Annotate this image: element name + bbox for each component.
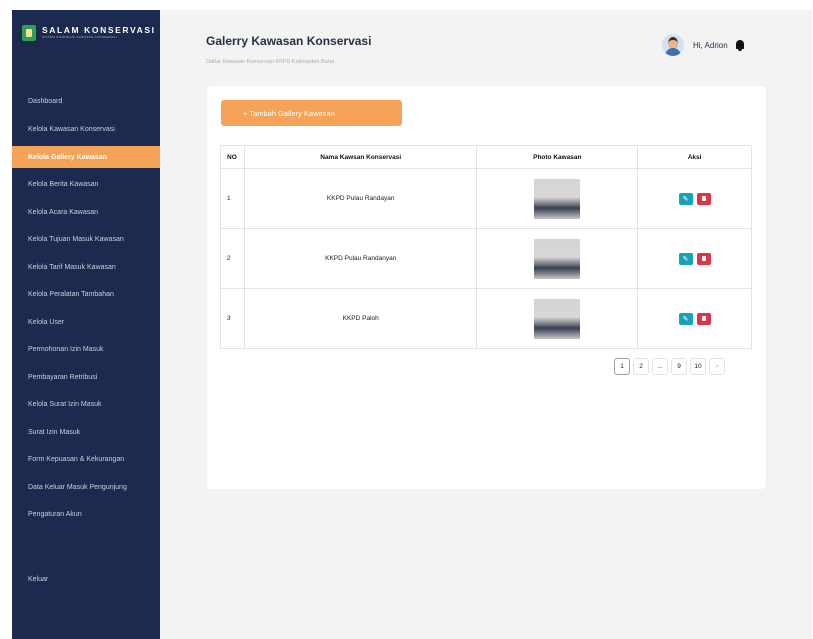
sidebar-item-kelola-peralatan[interactable]: Kelola Peralatan Tambahan	[12, 281, 160, 309]
chevron-right-icon[interactable]: >	[709, 358, 725, 375]
sidebar-item-kelola-berita[interactable]: Kelola Berita Kawasan	[12, 171, 160, 199]
row-photo-cell	[476, 288, 639, 349]
action-group: ✎	[638, 312, 751, 325]
sidebar-item-kelola-acara[interactable]: Kelola Acara Kawasan	[12, 199, 160, 227]
column-header-photo: Photo Kawasan	[476, 145, 639, 169]
add-gallery-button[interactable]: + Tambah Gallery Kawasan	[221, 100, 402, 126]
row-actions: ✎	[637, 228, 752, 289]
row-number: 1	[220, 168, 245, 229]
sidebar-item-data-pengunjung[interactable]: Data Keluar Masuk Pengunjung	[12, 474, 160, 502]
column-header-name: Nama Kawsan Konservasi	[243, 145, 478, 169]
gallery-table: NO Nama Kawsan Konservasi Photo Kawasan …	[220, 145, 752, 349]
page-button-2[interactable]: 2	[633, 358, 649, 375]
row-actions: ✎	[637, 168, 752, 229]
row-name: KKPD Pulau Randayan	[243, 168, 478, 229]
sidebar-item-kelola-kawasan[interactable]: Kelola Kawasan Konservasi	[12, 116, 160, 144]
logo-icon	[22, 25, 36, 41]
trash-icon[interactable]	[696, 252, 711, 265]
sidebar-item-surat-izin[interactable]: Surat Izin Masuk	[12, 419, 160, 447]
trash-icon[interactable]	[696, 312, 711, 325]
logout-link[interactable]: Keluar	[28, 576, 48, 583]
sidebar-item-pengaturan-akun[interactable]: Pengaturan Akun	[12, 501, 160, 529]
page-button-9[interactable]: 9	[671, 358, 687, 375]
table-row: 1 KKPD Pulau Randayan ✎	[220, 168, 752, 229]
brand: SALAM KONSERVASI SISTEM INFORMASI KAWASA…	[22, 25, 156, 41]
pencil-icon[interactable]: ✎	[678, 252, 693, 265]
sidebar: SALAM KONSERVASI SISTEM INFORMASI KAWASA…	[12, 10, 160, 639]
brand-subtitle: SISTEM INFORMASI KAWASAN KONSERVASI	[42, 35, 117, 39]
pagination: 1 2 ... 9 10 >	[614, 358, 725, 375]
pencil-icon[interactable]: ✎	[678, 312, 693, 325]
kawasan-photo[interactable]	[534, 178, 581, 219]
page-title: Galerry Kawasan Konservasi	[206, 34, 372, 48]
action-group: ✎	[638, 252, 751, 265]
kawasan-photo[interactable]	[534, 298, 581, 339]
sidebar-item-pembayaran[interactable]: Pembayaran Retribusi	[12, 364, 160, 392]
user-greeting[interactable]: Hi, Adrion	[693, 41, 728, 50]
row-photo-cell	[476, 168, 639, 229]
brand-title: SALAM KONSERVASI	[42, 25, 156, 35]
sidebar-item-form-kepuasan[interactable]: Form Kepuasan & Kekurangan	[12, 446, 160, 474]
sidebar-item-dashboard[interactable]: Dashboard	[12, 88, 160, 116]
sidebar-menu: Dashboard Kelola Kawasan Konservasi Kelo…	[12, 88, 160, 529]
row-name: KKPD Paloh	[243, 288, 478, 349]
avatar-icon[interactable]	[662, 34, 684, 56]
table-header-row: NO Nama Kawsan Konservasi Photo Kawasan …	[220, 145, 752, 169]
row-number: 2	[220, 228, 245, 289]
sidebar-item-kelola-user[interactable]: Kelola User	[12, 309, 160, 337]
pencil-icon[interactable]: ✎	[678, 192, 693, 205]
kawasan-photo[interactable]	[534, 238, 581, 279]
table-row: 3 KKPD Paloh ✎	[220, 288, 752, 349]
column-header-aksi: Aksi	[637, 145, 752, 169]
sidebar-item-kelola-gallery[interactable]: Kelola Gallery Kawasan	[12, 146, 160, 168]
sidebar-item-kelola-tarif[interactable]: Kelola Tarif Masuk Kawasan	[12, 254, 160, 282]
user-menu[interactable]: Hi, Adrion	[662, 34, 746, 56]
page-ellipsis: ...	[652, 358, 668, 375]
trash-icon[interactable]	[696, 192, 711, 205]
action-group: ✎	[638, 192, 751, 205]
bell-icon[interactable]	[734, 39, 746, 52]
page-button-10[interactable]: 10	[690, 358, 706, 375]
sidebar-item-kelola-surat[interactable]: Kelola Surat Izin Masuk	[12, 391, 160, 419]
page-subtitle: Daftar Kawasan Konservasi KKPD Kalimanta…	[206, 59, 335, 65]
column-header-no: NO	[220, 145, 245, 169]
row-name: KKPD Pulau Randanyan	[243, 228, 478, 289]
table-row: 2 KKPD Pulau Randanyan ✎	[220, 228, 752, 289]
row-actions: ✎	[637, 288, 752, 349]
row-photo-cell	[476, 228, 639, 289]
sidebar-item-kelola-tujuan[interactable]: Kelola Tujuan Masuk Kawasan	[12, 226, 160, 254]
sidebar-item-permohonan-izin[interactable]: Permohonan Izin Masuk	[12, 336, 160, 364]
row-number: 3	[220, 288, 245, 349]
page-button-1[interactable]: 1	[614, 358, 630, 375]
